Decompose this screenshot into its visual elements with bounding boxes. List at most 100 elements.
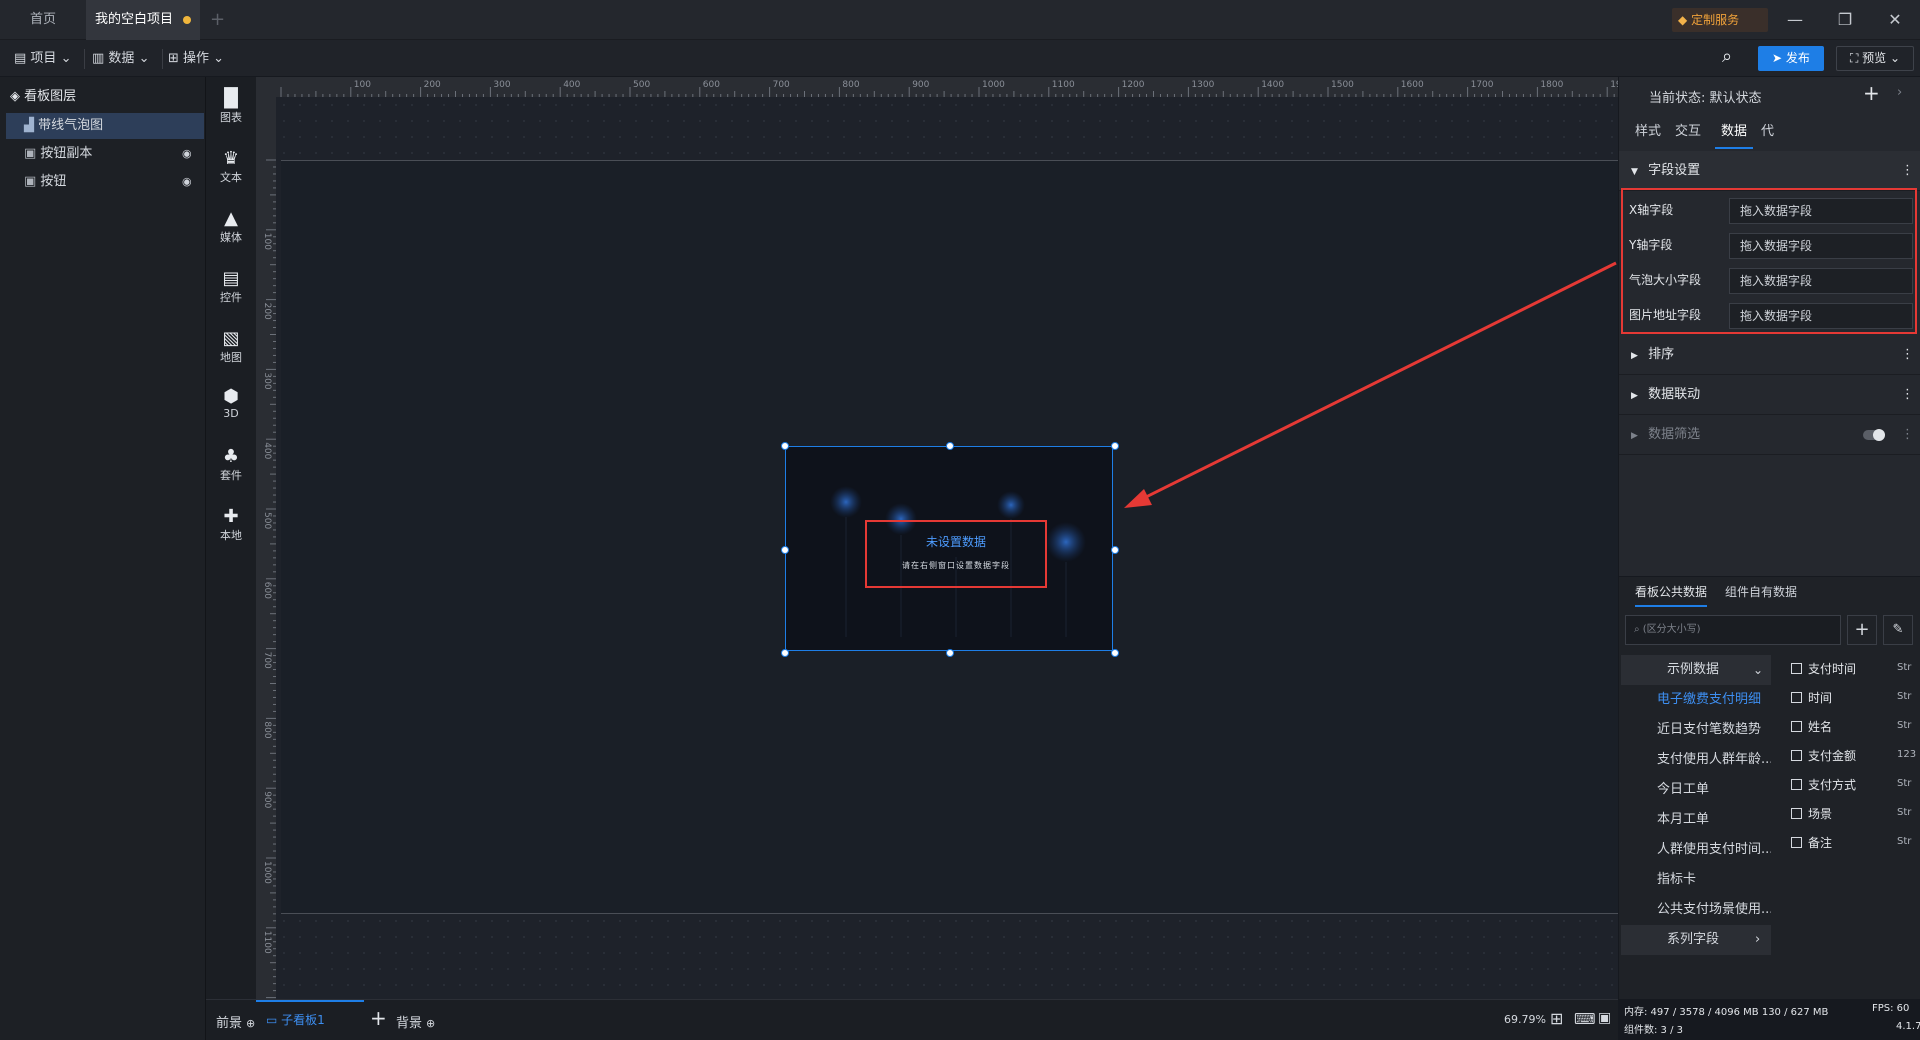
component-media[interactable]: ▲ 媒体 <box>206 209 256 245</box>
component-chart[interactable]: ▐▌ 图表 <box>206 89 256 125</box>
dataset-group-example[interactable]: 示例数据 ⌄ <box>1621 655 1771 685</box>
dataset-search-input[interactable]: ⌕ (区分大小写) <box>1625 615 1841 645</box>
keyboard-icon[interactable]: ⌨ <box>1574 1010 1596 1028</box>
hidden-eye-icon[interactable]: ◉ <box>182 141 192 167</box>
custom-service-button[interactable]: ◆ 定制服务 <box>1672 8 1768 32</box>
fullscreen-icon: ⛶ <box>1849 51 1863 65</box>
dataset-item[interactable]: 今日工单 <box>1621 775 1771 805</box>
field-name: 时间 <box>1808 691 1833 705</box>
data-menu[interactable]: ▥ 数据 ⌄ <box>92 40 149 77</box>
dataset-item[interactable]: 近日支付笔数趋势 <box>1621 715 1771 745</box>
design-canvas[interactable]: 100 200 300 400 500 600 700 800 900 1000 1100 1200 1… <box>256 77 1618 999</box>
tab-interaction[interactable]: 交互 <box>1675 117 1701 147</box>
add-dataset-button[interactable]: + <box>1847 615 1877 645</box>
series-group-label: 系列字段 <box>1667 932 1720 947</box>
data-field-item[interactable]: 支付金额 <box>1791 747 1856 764</box>
add-subboard-icon[interactable]: + <box>370 1006 387 1030</box>
field-settings-title: 字段设置 <box>1648 163 1701 178</box>
background-tab[interactable]: 背景 ⊕ <box>396 1012 435 1031</box>
y-field-label: Y轴字段 <box>1629 238 1673 252</box>
fit-screen-icon[interactable]: ⊞ <box>1550 1009 1563 1028</box>
publish-button[interactable]: ➤ 发布 <box>1758 46 1824 71</box>
data-field-item[interactable]: 场景 <box>1791 805 1832 822</box>
checkbox[interactable] <box>1791 779 1802 790</box>
checkbox[interactable] <box>1791 837 1802 848</box>
dataset-item[interactable]: 指标卡 <box>1621 865 1771 895</box>
subboard-tab[interactable]: ▭ 子看板1 <box>256 1000 364 1040</box>
tab-my-project[interactable]: 我的空白项目 <box>86 0 200 40</box>
dataset-item[interactable]: 公共支付场景使用... <box>1621 895 1771 925</box>
checkbox[interactable] <box>1791 663 1802 674</box>
dataset-item[interactable]: 本月工单 <box>1621 805 1771 835</box>
new-tab-icon[interactable]: + <box>210 9 225 30</box>
tab-board-public-data[interactable]: 看板公共数据 <box>1635 577 1708 607</box>
restore-button[interactable]: ❐ <box>1820 0 1870 40</box>
checkbox[interactable] <box>1791 750 1802 761</box>
edit-icon: ✎ <box>1892 622 1904 637</box>
terminal-icon[interactable]: ▣ <box>1598 1010 1611 1026</box>
zoom-level[interactable]: 69.79% <box>1504 1013 1546 1026</box>
add-circle-icon[interactable]: ⊕ <box>426 1017 435 1030</box>
unsaved-dot <box>183 15 191 24</box>
data-filter-toggle[interactable] <box>1863 429 1885 441</box>
field-settings-highlight: X轴字段 拖入数据字段 Y轴字段 拖入数据字段 气泡大小字段 拖入数据字段 图片… <box>1621 188 1917 334</box>
edit-dataset-button[interactable]: ✎ <box>1883 615 1913 645</box>
data-field-item[interactable]: 支付方式 <box>1791 776 1856 793</box>
more-icon[interactable]: ⋮ <box>1901 335 1914 375</box>
bubble-size-field-input[interactable]: 拖入数据字段 <box>1729 268 1913 294</box>
dataset-item[interactable]: 支付使用人群年龄... <box>1621 745 1771 775</box>
data-field-item[interactable]: 备注 <box>1791 834 1832 851</box>
chevron-right-icon[interactable]: › <box>1897 85 1902 100</box>
data-field-item[interactable]: 姓名 <box>1791 718 1832 735</box>
image-url-field-input[interactable]: 拖入数据字段 <box>1729 303 1913 329</box>
data-field-item[interactable]: 支付时间 <box>1791 660 1856 677</box>
layers-panel: ◈ 看板图层 ▟ 带线气泡图 ▣ 按钮副本 ◉ ▣ 按钮 ◉ <box>0 77 206 1040</box>
chevron-down-icon: ⌄ <box>209 51 225 66</box>
component-map[interactable]: ▧ 地图 <box>206 329 256 365</box>
more-icon[interactable]: ⋮ <box>1901 415 1914 455</box>
tab-style[interactable]: 样式 <box>1635 117 1661 147</box>
component-local[interactable]: ✚ 本地 <box>206 507 256 543</box>
operate-menu[interactable]: ⊞ 操作 ⌄ <box>168 40 224 77</box>
checkbox[interactable] <box>1791 721 1802 732</box>
series-field-group[interactable]: 系列字段 › <box>1621 925 1771 955</box>
preview-button[interactable]: ⛶ 预览 ⌄ <box>1836 46 1914 71</box>
project-menu[interactable]: ▤ 项目 ⌄ <box>14 40 71 77</box>
foreground-tab[interactable]: 前景 ⊕ <box>216 1012 255 1031</box>
image-icon: ▣ <box>24 174 41 189</box>
component-label: 图表 <box>220 111 242 124</box>
tab-component-own-data[interactable]: 组件自有数据 <box>1725 577 1797 607</box>
data-link-section-header[interactable]: ▶ 数据联动 ⋮ <box>1619 375 1920 415</box>
field-settings-header[interactable]: ▼ 字段设置 ⋮ <box>1619 151 1920 191</box>
component-text[interactable]: ♛ 文本 <box>206 149 256 185</box>
component-label: 文本 <box>220 171 242 184</box>
minimize-button[interactable]: — <box>1770 0 1820 40</box>
layer-item-bubble-chart[interactable]: ▟ 带线气泡图 <box>6 113 204 139</box>
data-filter-section-header[interactable]: ▶ 数据筛选 ⋮ <box>1619 415 1920 455</box>
hidden-eye-icon[interactable]: ◉ <box>182 169 192 195</box>
tab-home[interactable]: 首页 <box>0 0 86 40</box>
state-value[interactable]: 默认状态 <box>1710 91 1762 106</box>
close-button[interactable]: ✕ <box>1870 0 1920 40</box>
data-field-item[interactable]: 时间 <box>1791 689 1832 706</box>
component-3d[interactable]: ⬢ 3D <box>206 386 256 421</box>
component-control[interactable]: ▤ 控件 <box>206 269 256 305</box>
layer-item-button[interactable]: ▣ 按钮 ◉ <box>6 169 204 195</box>
x-field-input[interactable]: 拖入数据字段 <box>1729 198 1913 224</box>
more-icon[interactable]: ⋮ <box>1901 151 1914 191</box>
sort-section-header[interactable]: ▶ 排序 ⋮ <box>1619 335 1920 375</box>
dataset-item[interactable]: 电子缴费支付明细 <box>1621 685 1771 715</box>
tab-data[interactable]: 数据 <box>1715 117 1753 149</box>
checkbox[interactable] <box>1791 808 1802 819</box>
layer-item-button-copy[interactable]: ▣ 按钮副本 ◉ <box>6 141 204 167</box>
checkbox[interactable] <box>1791 692 1802 703</box>
search-icon[interactable]: ⌕ <box>1722 46 1732 67</box>
more-icon[interactable]: ⋮ <box>1901 375 1914 415</box>
cube-icon: ⬢ <box>223 386 239 407</box>
y-field-input[interactable]: 拖入数据字段 <box>1729 233 1913 259</box>
dataset-item[interactable]: 人群使用支付时间... <box>1621 835 1771 865</box>
add-state-icon[interactable]: + <box>1863 81 1880 105</box>
bubble-size-field-label: 气泡大小字段 <box>1629 273 1702 287</box>
add-circle-icon[interactable]: ⊕ <box>246 1017 255 1030</box>
component-kit[interactable]: ♣ 套件 <box>206 447 256 483</box>
